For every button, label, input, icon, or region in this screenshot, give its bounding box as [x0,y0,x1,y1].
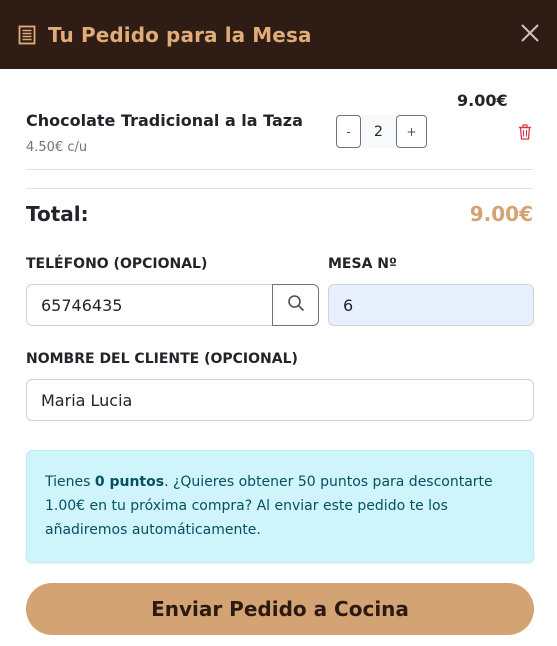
submit-order-button[interactable]: Enviar Pedido a Cocina [26,583,534,635]
modal-title: Tu Pedido para la Mesa [48,22,312,47]
quantity-value: 2 [361,115,396,148]
name-row: NOMBRE DEL CLIENTE (OPCIONAL) [26,336,534,431]
modal-header: Tu Pedido para la Mesa [0,0,557,69]
client-name-label: NOMBRE DEL CLIENTE (OPCIONAL) [26,351,298,367]
total-label: Total: [26,202,89,226]
modal-body: Chocolate Tradicional a la Taza 4.50€ c/… [0,69,557,635]
phone-table-row: TELÉFONO (OPCIONAL) MESA Nº [26,241,534,336]
phone-input[interactable] [26,284,273,326]
item-total: 9.00€ [457,91,508,110]
client-name-input[interactable] [26,379,534,421]
table-number-input[interactable] [328,284,534,326]
points-count: 0 puntos [94,474,165,490]
close-button[interactable] [515,20,545,50]
phone-label: TELÉFONO (OPCIONAL) [26,256,208,272]
phone-input-group [26,284,319,326]
total-row: Total: 9.00€ [26,189,533,241]
trash-icon[interactable] [517,124,533,140]
table-label: MESA Nº [328,256,397,272]
points-prefix: Tienes [45,474,95,490]
search-client-button[interactable] [272,284,319,326]
points-alert: Tienes 0 puntos. ¿Quieres obtener 50 pun… [26,450,534,563]
receipt-icon [16,24,38,46]
close-icon [520,23,540,47]
cart-item: Chocolate Tradicional a la Taza 4.50€ c/… [26,69,533,170]
decrease-quantity-button[interactable]: - [336,115,361,148]
item-name: Chocolate Tradicional a la Taza [26,111,303,130]
order-modal: Tu Pedido para la Mesa Chocolate Tradici… [0,0,557,646]
search-icon [287,294,305,316]
increase-quantity-button[interactable]: + [396,115,427,148]
total-value: 9.00€ [469,202,533,226]
quantity-stepper: - 2 + [336,115,427,148]
item-unit-price: 4.50€ c/u [26,140,88,155]
